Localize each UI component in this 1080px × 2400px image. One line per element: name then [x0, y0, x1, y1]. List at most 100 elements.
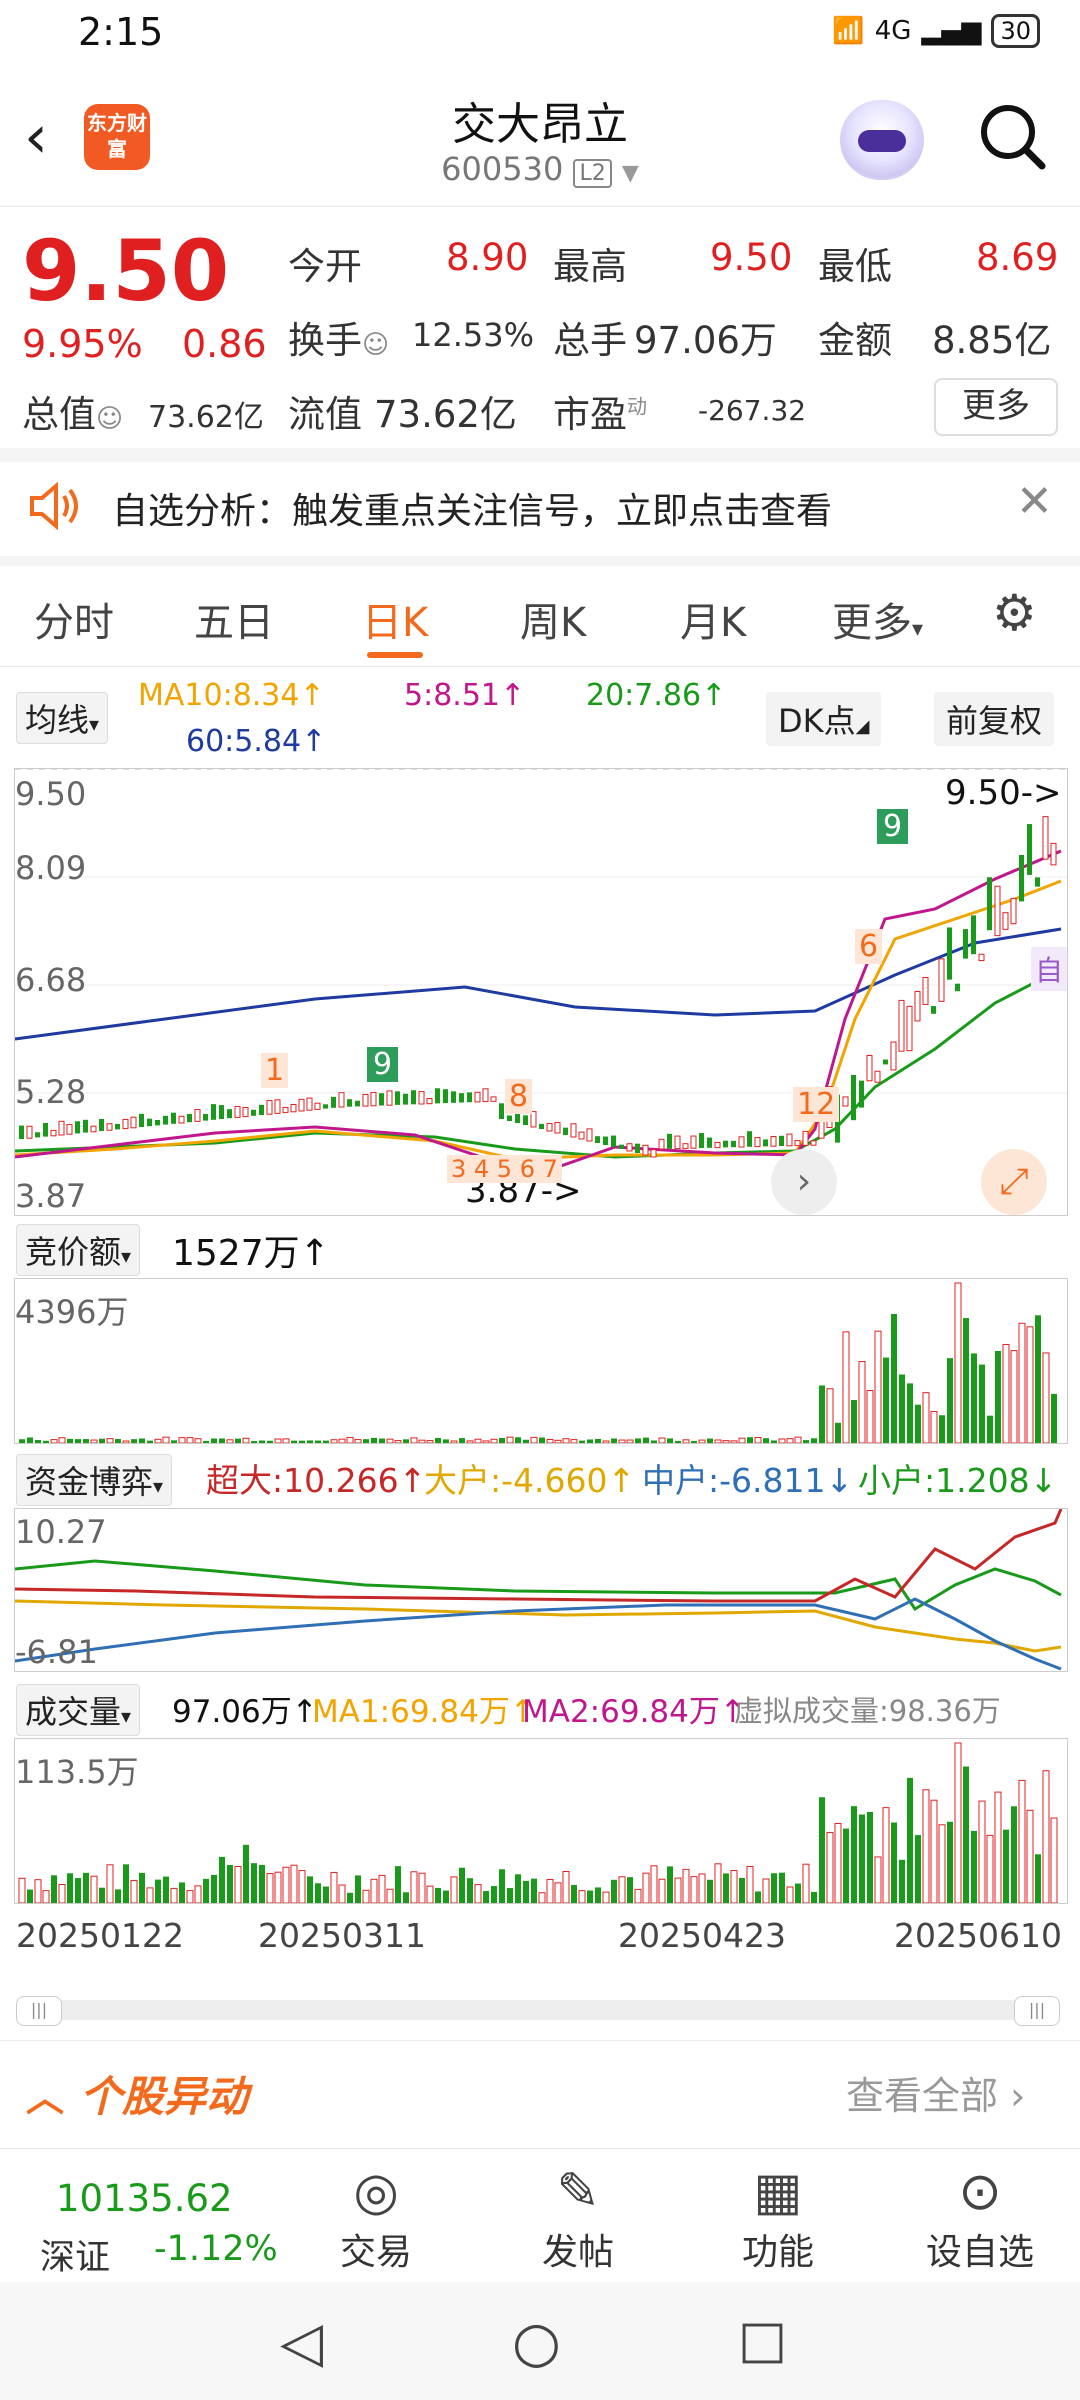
- candle: [818, 1120, 825, 1139]
- volume-bar: [843, 1828, 849, 1903]
- info-icon[interactable]: ☺: [362, 330, 389, 360]
- auction-bar: [515, 1437, 521, 1443]
- candle: [50, 1129, 57, 1137]
- nav-add-watchlist[interactable]: ⊙ 设自选: [920, 2161, 1040, 2275]
- scroll-handle-left[interactable]: |||: [16, 1996, 62, 2026]
- candle: [355, 1100, 360, 1107]
- candle: [611, 1135, 616, 1147]
- scroll-handle-right[interactable]: |||: [1014, 1996, 1060, 2026]
- volume-bar: [874, 1856, 882, 1903]
- volume-bar: [234, 1866, 242, 1903]
- volume-bar: [771, 1873, 777, 1903]
- auction-bar: [1035, 1315, 1041, 1443]
- dk-point-button[interactable]: DK点◢: [766, 692, 882, 746]
- system-recent-icon[interactable]: □: [738, 2310, 787, 2370]
- volume-bar: [834, 1822, 842, 1903]
- chevron-up-icon[interactable]: ︿: [26, 2067, 64, 2122]
- stock-moves-section[interactable]: ︿ 个股异动 查看全部 ›: [0, 2040, 1080, 2141]
- robot-assistant-avatar[interactable]: [840, 100, 924, 180]
- system-nav-bar: ◁ ○ □: [0, 2282, 1080, 2400]
- volume-bar: [194, 1885, 202, 1903]
- nav-post[interactable]: ✎ 发帖: [518, 2161, 638, 2275]
- large-flow: 大户:-4.660↑: [424, 1461, 636, 1500]
- tab-weekly-k[interactable]: 周K: [520, 590, 586, 648]
- auction-bar: [954, 1282, 962, 1443]
- auction-bar: [19, 1439, 25, 1443]
- system-home-icon[interactable]: ○: [512, 2310, 561, 2375]
- self-select-badge[interactable]: 自: [1031, 947, 1068, 991]
- candle: [411, 1090, 416, 1105]
- last-price: 9.50: [22, 222, 230, 320]
- info-icon[interactable]: ☺: [96, 404, 123, 434]
- gear-icon[interactable]: ⚙: [992, 584, 1037, 642]
- volume-ma1: MA1:69.84万↑: [312, 1694, 536, 1730]
- auction-bar: [154, 1438, 162, 1443]
- auction-selector[interactable]: 竞价额▾: [16, 1224, 141, 1276]
- auction-bar: [635, 1438, 641, 1443]
- more-button[interactable]: 更多: [934, 378, 1058, 436]
- tab-daily-k[interactable]: 日K: [362, 590, 428, 648]
- candle: [194, 1109, 201, 1122]
- nav-apps[interactable]: ▦ 功能: [718, 2161, 838, 2275]
- count-label: 6: [855, 929, 883, 964]
- auction-bar: [971, 1353, 977, 1443]
- candle: [947, 927, 952, 980]
- search-icon[interactable]: [978, 102, 1048, 186]
- volume-bar: [891, 1822, 897, 1903]
- expand-icon[interactable]: ⤢: [981, 1149, 1047, 1215]
- auction-bar: [611, 1438, 617, 1443]
- auction-bar: [738, 1437, 746, 1443]
- candle: [83, 1119, 88, 1133]
- index-value[interactable]: 10135.62: [56, 2177, 233, 2220]
- fund-flow-selector[interactable]: 资金博弈▾: [16, 1454, 173, 1506]
- volume-bar: [1011, 1806, 1017, 1903]
- auction-bar: [858, 1361, 866, 1443]
- stock-moves-title: 个股异动: [80, 2072, 249, 2121]
- tab-monthly-k[interactable]: 月K: [680, 590, 746, 648]
- ma-selector[interactable]: 均线▾: [16, 692, 109, 744]
- adjust-button[interactable]: 前复权: [934, 692, 1055, 746]
- candle: [747, 1131, 752, 1147]
- auction-bar: [754, 1436, 762, 1443]
- volume-bar: [819, 1797, 825, 1903]
- tab-five-day[interactable]: 五日: [194, 590, 274, 648]
- volume-bar: [186, 1890, 194, 1903]
- candle: [906, 1005, 913, 1052]
- index-name[interactable]: 深证: [40, 2229, 110, 2280]
- volume-bar: [211, 1874, 217, 1903]
- candle: [578, 1131, 585, 1140]
- view-all-link[interactable]: 查看全部 ›: [846, 2065, 1025, 2120]
- candle: [395, 1091, 400, 1105]
- scroll-right-icon[interactable]: ›: [771, 1149, 837, 1215]
- auction-bar: [651, 1440, 657, 1443]
- system-back-icon[interactable]: ◁: [280, 2310, 323, 2375]
- kline-chart[interactable]: 9.50 8.09 6.68 5.28 3.87 9.50-> 3.87-> 自…: [14, 768, 1068, 1216]
- nav-trade[interactable]: ◎ 交易: [316, 2161, 436, 2275]
- ma60-value: 60:5.84↑: [186, 724, 327, 759]
- volume-selector[interactable]: 成交量▾: [16, 1684, 141, 1736]
- candle: [779, 1135, 784, 1146]
- volume-bar: [554, 1882, 562, 1903]
- date-label: 20250610: [894, 1916, 1062, 1955]
- auction-bar: [811, 1438, 817, 1443]
- volume-bar: [954, 1742, 962, 1903]
- volume-bar: [779, 1872, 785, 1903]
- tab-more[interactable]: 更多▾: [832, 590, 923, 648]
- auction-bar: [1051, 1393, 1057, 1443]
- auction-bar: [211, 1438, 217, 1443]
- tab-intraday[interactable]: 分时: [34, 590, 114, 648]
- volume-bar: [474, 1884, 482, 1903]
- auction-bar: [922, 1392, 930, 1443]
- auction-bar: [162, 1436, 170, 1443]
- volume-bar: [27, 1889, 33, 1903]
- auction-bar: [874, 1330, 882, 1443]
- analysis-banner[interactable]: 自选分析：触发重点关注信号，立即点击查看 ✕: [0, 462, 1080, 556]
- status-icons: 📶 4G ▂▄▆ 30: [832, 14, 1040, 48]
- battery-icon: 30: [991, 14, 1040, 48]
- auction-bar: [786, 1438, 794, 1443]
- auction-bar: [403, 1439, 409, 1443]
- index-change[interactable]: -1.12%: [154, 2229, 278, 2269]
- auction-bar: [122, 1440, 130, 1443]
- chart-scrollbar[interactable]: ||| |||: [16, 1996, 1060, 2026]
- close-icon[interactable]: ✕: [1016, 476, 1053, 527]
